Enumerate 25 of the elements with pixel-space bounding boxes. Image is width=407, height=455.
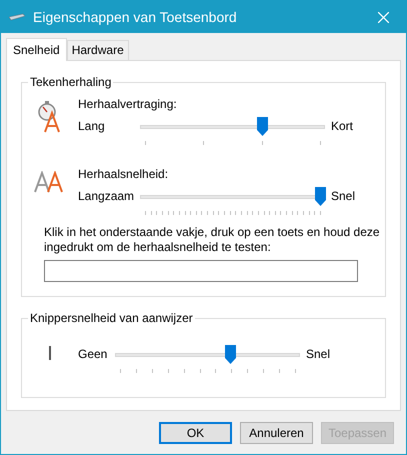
letters-icon [34, 171, 66, 193]
keyboard-icon [9, 13, 25, 21]
slider-thumb[interactable] [315, 187, 326, 206]
group-title: Tekenherhaling [29, 75, 112, 89]
tab[interactable]: Snelheid [6, 38, 67, 61]
instruction-text: Klik in het onderstaande vakje, druk op een toets en houd deze ingedrukt om de herhaalsnelheid te testen: [44, 225, 381, 255]
cursor-icon [49, 346, 51, 360]
max-label: Snel [330, 188, 356, 203]
max-label: Snel [305, 346, 332, 361]
dialog-button[interactable]: Annuleren [240, 422, 313, 444]
max-label: Kort [330, 118, 354, 133]
close-icon [378, 12, 388, 22]
dialog-button[interactable]: OK [159, 422, 232, 444]
min-label: Geen [78, 346, 108, 361]
setting-label: Herhaalvertraging: [78, 97, 178, 111]
window-title: Eigenschappen van Toetsenbord [33, 9, 238, 25]
slider-thumb[interactable] [256, 117, 268, 136]
test-input-field[interactable] [44, 260, 358, 282]
min-label: Langzaam [78, 188, 136, 203]
stopwatch-letter-icon [37, 101, 63, 133]
setting-label: Herhaalsnelheid: [78, 167, 170, 181]
slider-thumb[interactable] [225, 345, 236, 364]
tab[interactable]: Hardware [66, 40, 129, 60]
min-label: Lang [78, 118, 106, 133]
group-title: Knippersnelheid van aanwijzer [29, 311, 194, 325]
